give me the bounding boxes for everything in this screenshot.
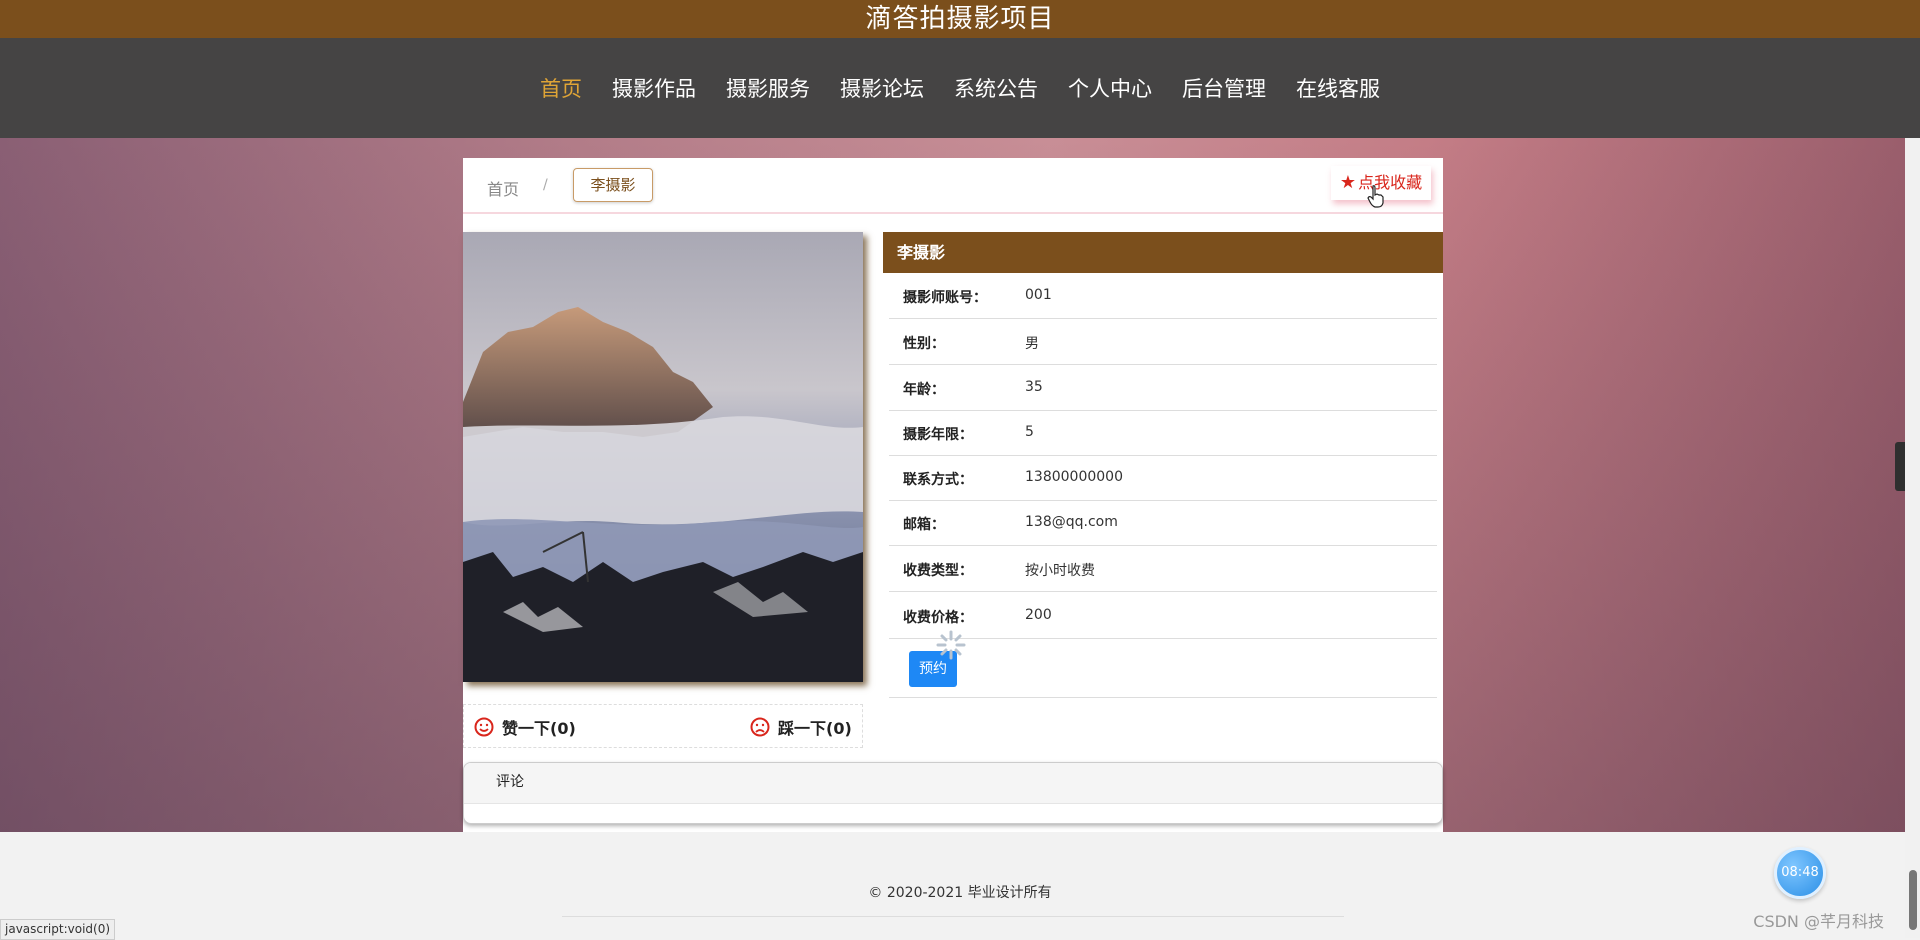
info-row-account: 摄影师账号： 001 <box>889 273 1437 319</box>
smile-icon <box>474 717 494 737</box>
status-bar-url: javascript:void(0) <box>0 919 116 940</box>
info-label: 摄影年限： <box>903 427 973 443</box>
mountain-image <box>463 232 863 682</box>
dislike-label: 踩一下(0) <box>778 719 852 738</box>
info-value: 001 <box>1025 287 1052 303</box>
detail-panel: 首页 / 李摄影 ★ 点我收藏 赞一下(0) 踩一下(0) 李摄影 摄影师账号：… <box>463 158 1443 832</box>
photographer-photo <box>463 232 863 682</box>
nav-item-personal-center[interactable]: 个人中心 <box>1068 73 1152 103</box>
info-row-fee-type: 收费类型： 按小时收费 <box>889 546 1437 592</box>
info-label: 性别： <box>903 336 945 352</box>
breadcrumb-home[interactable]: 首页 <box>487 176 519 200</box>
breadcrumb-separator: / <box>543 177 548 193</box>
scrollbar-thumb[interactable] <box>1909 870 1917 930</box>
info-title: 李摄影 <box>883 232 1443 273</box>
breadcrumb-current: 李摄影 <box>573 168 653 202</box>
info-label: 收费类型： <box>903 563 973 579</box>
site-title: 滴答拍摄影项目 <box>0 0 1920 38</box>
photographer-info: 李摄影 摄影师账号： 001 性别： 男 年龄： 35 摄影年限： 5 联系方式… <box>883 232 1443 698</box>
nav-item-announcements[interactable]: 系统公告 <box>954 73 1038 103</box>
info-row-email: 邮箱： 138@qq.com <box>889 500 1437 546</box>
info-value: 5 <box>1025 424 1034 440</box>
frown-icon <box>750 717 770 737</box>
info-label: 邮箱： <box>903 517 945 533</box>
nav-item-works[interactable]: 摄影作品 <box>612 73 696 103</box>
breadcrumb: 首页 / 李摄影 ★ 点我收藏 <box>463 158 1443 214</box>
comment-section: 评论 <box>463 762 1443 824</box>
footer-divider <box>562 916 1344 917</box>
nav-item-admin[interactable]: 后台管理 <box>1182 73 1266 103</box>
info-label: 收费价格： <box>903 610 973 626</box>
info-value: 按小时收费 <box>1025 563 1095 579</box>
info-value: 200 <box>1025 607 1052 623</box>
info-row-gender: 性别： 男 <box>889 319 1437 365</box>
nav-item-home[interactable]: 首页 <box>540 73 582 103</box>
info-value: 男 <box>1025 336 1039 352</box>
info-row-age: 年龄： 35 <box>889 365 1437 411</box>
loading-spinner-icon <box>936 630 966 660</box>
nav-item-online-service[interactable]: 在线客服 <box>1296 73 1380 103</box>
star-icon: ★ <box>1339 172 1357 193</box>
info-value: 35 <box>1025 379 1043 395</box>
like-label: 赞一下(0) <box>502 719 576 738</box>
nav-item-forum[interactable]: 摄影论坛 <box>840 73 924 103</box>
info-row-years: 摄影年限： 5 <box>889 410 1437 456</box>
hand-cursor-icon <box>1367 185 1384 208</box>
booking-row: 预约 <box>889 641 1437 698</box>
vote-bar: 赞一下(0) 踩一下(0) <box>463 704 863 748</box>
info-row-contact: 联系方式： 13800000000 <box>889 455 1437 501</box>
main-nav: 首页 摄影作品 摄影服务 摄影论坛 系统公告 个人中心 后台管理 在线客服 <box>0 38 1920 138</box>
info-row-fee-price: 收费价格： 200 <box>889 593 1437 639</box>
dislike-button[interactable]: 踩一下(0) <box>750 715 852 739</box>
like-button[interactable]: 赞一下(0) <box>474 715 576 739</box>
info-value: 138@qq.com <box>1025 514 1118 530</box>
comment-header[interactable]: 评论 <box>464 763 1442 804</box>
copyright: © 2020-2021 毕业设计所有 <box>868 885 1052 901</box>
nav-item-services[interactable]: 摄影服务 <box>726 73 810 103</box>
info-label: 年龄： <box>903 382 945 398</box>
watermark: CSDN @芊月科技 <box>1753 912 1884 931</box>
info-label: 摄影师账号： <box>903 290 987 306</box>
clock-bubble[interactable]: 08:48 <box>1774 847 1826 899</box>
info-label: 联系方式： <box>903 472 973 488</box>
info-value: 13800000000 <box>1025 469 1123 485</box>
scrollbar[interactable] <box>1905 138 1920 938</box>
